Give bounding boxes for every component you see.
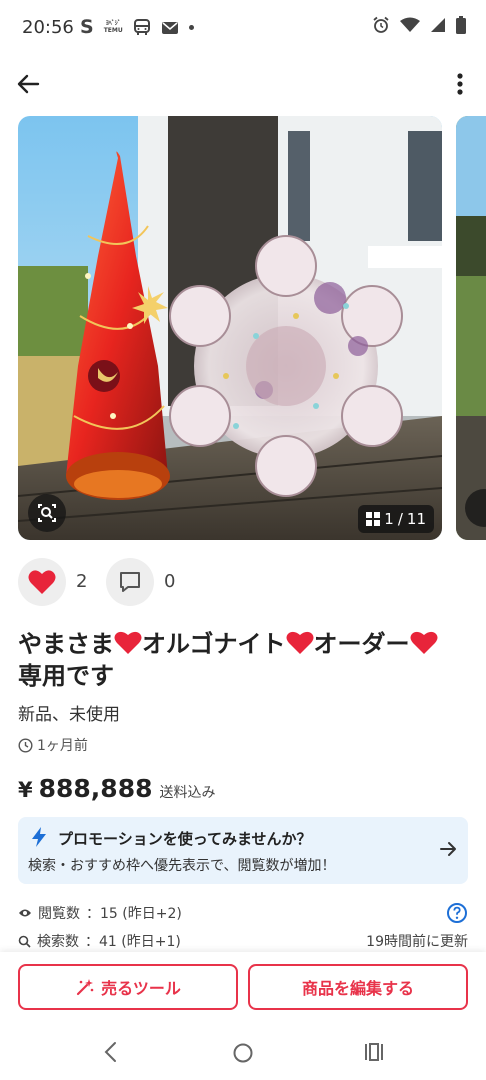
arrow-left-icon (17, 74, 40, 94)
next-photo-illustration (456, 116, 486, 540)
back-button[interactable] (12, 68, 44, 100)
notification-icons: S ﾖﾍﾞｼﾞ TEMU (80, 16, 194, 38)
price-value: 888,888 (38, 774, 153, 803)
clock-icon (18, 737, 33, 753)
nav-back-icon[interactable] (100, 1040, 122, 1064)
next-photo-peek[interactable] (456, 116, 486, 540)
product-photo[interactable]: 1/11 (18, 116, 442, 540)
system-nav-bar (0, 1024, 486, 1080)
stats-section: 閲覧数 ：15 (昨日+2) 検索数 ：41 (昨日+1) 19時間前に更新 (18, 902, 468, 952)
price: ¥ 888,888 送料込み (18, 774, 216, 803)
status-bar: 20:56 S ﾖﾍﾞｼﾞ TEMU (0, 0, 486, 56)
item-condition: 新品、未使用 (18, 705, 120, 725)
search-value: ：41 (昨日+1) (85, 934, 181, 950)
help-icon[interactable] (446, 902, 468, 924)
arrow-right-icon (440, 842, 456, 856)
item-title: やまさま オルゴナイト オーダー 専用です (18, 628, 468, 692)
edit-item-button[interactable]: 商品を編集する (248, 964, 468, 1010)
title-part2: オルゴナイト (142, 630, 286, 658)
orgonite-photo-illustration (18, 116, 442, 540)
more-vertical-icon (457, 73, 463, 95)
temu-label-bottom: TEMU (103, 27, 123, 34)
more-menu-button[interactable] (450, 70, 470, 100)
search-label: 検索数 (37, 934, 79, 950)
title-part3: オーダー (313, 630, 410, 658)
comment-button[interactable] (106, 558, 154, 606)
nav-home-icon[interactable] (231, 1041, 255, 1065)
updated-time: 19時間前に更新 (366, 934, 468, 950)
counter-sep: / (397, 510, 403, 528)
temu-label-top: ﾖﾍﾞｼﾞ (105, 20, 121, 27)
battery-icon (456, 16, 466, 34)
temu-icon: ﾖﾍﾞｼﾞ TEMU (104, 20, 123, 34)
promo-title: プロモーションを使ってみませんか？ (58, 830, 312, 848)
magic-wand-icon (77, 979, 94, 996)
grid-icon (366, 512, 381, 526)
photo-gallery[interactable]: 1/11 (18, 116, 486, 540)
mail-icon (161, 22, 178, 34)
bus-icon (133, 19, 150, 35)
promotion-banner[interactable]: プロモーションを使ってみませんか？ 検索・おすすめ枠へ優先表示で、閲覧数が増加！ (18, 817, 468, 884)
shipping-note: 送料込み (159, 785, 216, 801)
wifi-icon (400, 17, 420, 32)
comment-icon (120, 572, 140, 592)
sell-tool-label: 売るツール (101, 979, 181, 998)
edit-item-label: 商品を編集する (301, 979, 414, 998)
sell-tool-button[interactable]: 売るツール (18, 964, 238, 1010)
title-line2: 専用です (18, 662, 114, 690)
like-button[interactable] (18, 558, 66, 606)
views-label: 閲覧数 (38, 906, 80, 922)
search-stat: 検索数 ：41 (昨日+1) (18, 930, 181, 952)
heart-emoji-icon (114, 631, 142, 654)
posted-label: 1ヶ月前 (37, 738, 88, 754)
eye-icon (19, 909, 31, 917)
like-count: 2 (76, 571, 88, 592)
views-value: ：15 (昨日+2) (86, 906, 182, 922)
system-icons (372, 16, 466, 34)
promo-description: 検索・おすすめ枠へ優先表示で、閲覧数が増加！ (28, 858, 336, 874)
comment-count: 0 (164, 571, 176, 592)
app-bar (0, 58, 486, 110)
price-currency: ¥ (18, 778, 33, 802)
counter-current: 1 (384, 510, 394, 528)
s-app-icon: S (80, 16, 94, 38)
image-search-icon (38, 504, 56, 522)
lightning-icon (32, 827, 46, 847)
signal-icon (431, 18, 445, 32)
reactions-row: 2 0 (18, 558, 468, 608)
dot-icon (188, 24, 194, 30)
heart-icon (28, 570, 56, 594)
nav-recents-icon[interactable] (363, 1041, 385, 1063)
posted-time: 1ヶ月前 (18, 735, 88, 755)
zoom-button[interactable] (28, 494, 66, 532)
alarm-icon (373, 16, 389, 33)
title-part1: やまさま (18, 630, 114, 658)
views-stat: 閲覧数 ：15 (昨日+2) (18, 902, 182, 924)
status-time: 20:56 (22, 17, 74, 38)
heart-emoji-icon (410, 631, 438, 654)
bottom-action-bar: 売るツール 商品を編集する (0, 952, 486, 1024)
counter-total: 11 (406, 510, 426, 528)
heart-emoji-icon (286, 631, 314, 654)
photo-counter: 1/11 (358, 505, 434, 533)
search-icon (18, 935, 31, 948)
